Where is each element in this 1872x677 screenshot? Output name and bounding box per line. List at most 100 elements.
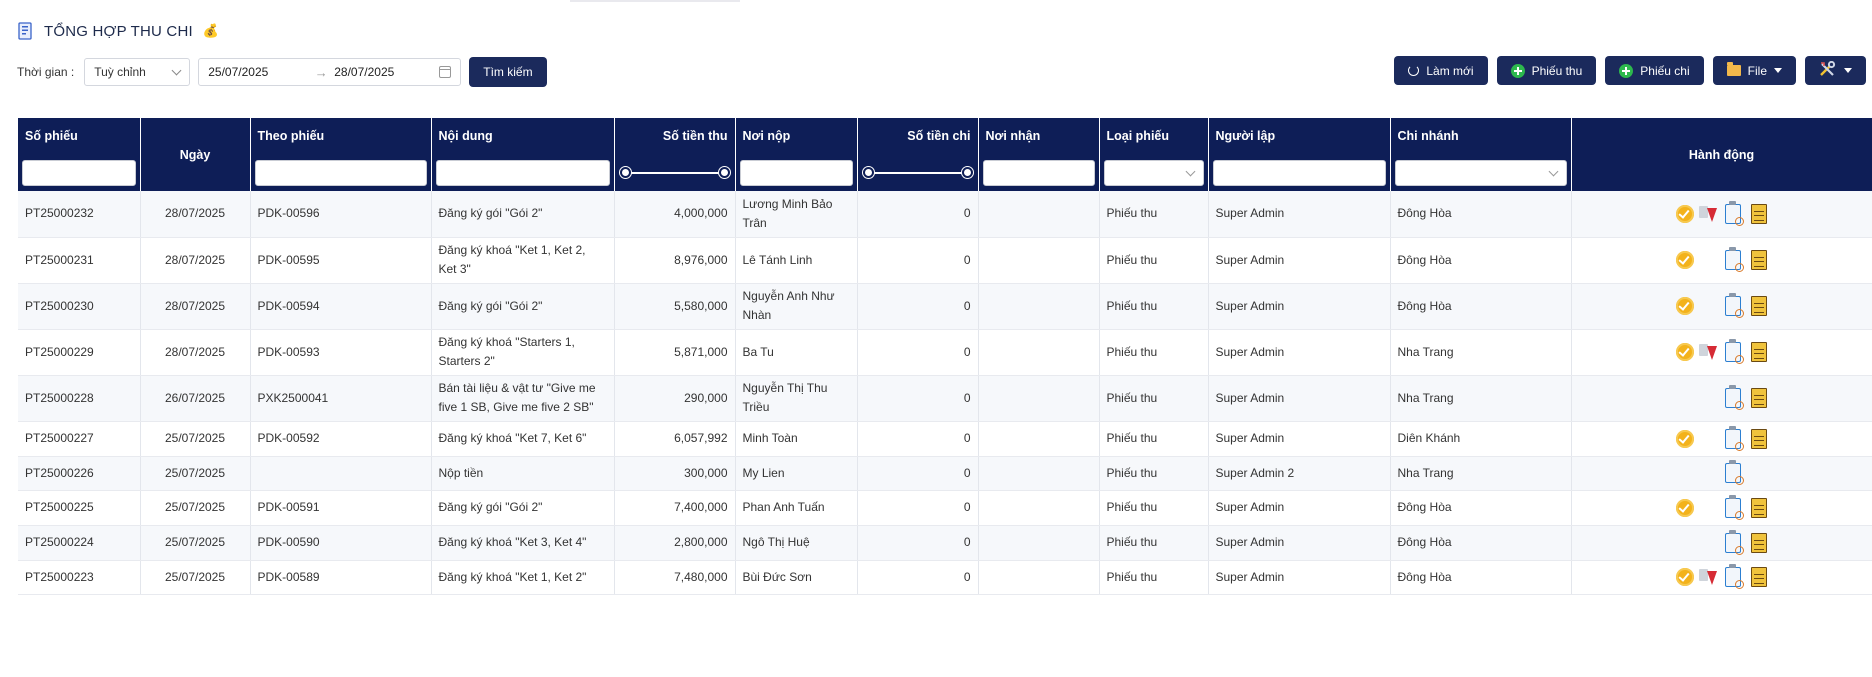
document-icon[interactable] [1750,428,1767,449]
clipboard-icon[interactable] [1724,494,1744,520]
so-tien-thu-cell: 8,976,000 [614,237,736,284]
clipboard-icon[interactable] [1724,425,1744,451]
loai-phieu-cell: Phiếu thu [1099,191,1209,238]
add-receipt-button[interactable]: Phiếu thu [1496,56,1597,85]
chi-nhanh-cell: Đông Hòa [1390,490,1572,526]
so-tien-thu-cell: 290,000 [614,375,736,422]
col-header-noi-dung[interactable]: Nội dung [431,118,615,154]
col-header-noi-nop[interactable]: Nơi nộp [735,118,858,154]
so-tien-chi-cell: 0 [857,560,979,595]
so-tien-chi-range-slider[interactable] [862,160,974,186]
noi-nhan-filter-input[interactable] [982,159,1095,186]
col-header-chi-nhanh[interactable]: Chi nhánh [1390,118,1572,154]
noi-dung-cell: Đăng ký khoá "Ket 1, Ket 2, Ket 3" [431,237,615,284]
calendar-icon[interactable] [439,66,452,78]
nguoi-lap-cell: Super Admin [1208,329,1391,376]
date-from-input[interactable]: 25/07/2025 [208,65,308,79]
filter-cell [18,154,141,191]
slider-min-handle[interactable] [619,166,631,178]
table-row[interactable]: PT25000229 28/07/2025 PDK-00593 Đăng ký kho… [18,329,1872,376]
actions-cell [1571,329,1872,376]
approve-icon[interactable] [1675,297,1694,315]
slider-min-handle[interactable] [862,166,874,178]
approve-icon[interactable] [1675,498,1694,517]
document-icon[interactable] [1750,342,1767,362]
col-header-ngay[interactable]: Ngày [140,118,251,191]
search-button[interactable]: Tìm kiếm [469,57,547,87]
slider-max-handle[interactable] [961,166,973,178]
col-header-so-tien-thu[interactable]: Số tiền thu [614,118,736,154]
refresh-button[interactable]: Làm mới [1394,56,1488,85]
table-row[interactable]: PT25000223 25/07/2025 PDK-00589 Đăng ký kho… [18,560,1872,595]
theo-phieu-filter-input[interactable] [254,159,427,186]
clipboard-icon[interactable] [1724,200,1744,226]
tools-menu-button[interactable] [1805,56,1866,85]
noi-nop-filter-input[interactable] [739,159,853,186]
file-menu-button[interactable]: File [1712,56,1796,85]
date-range-picker[interactable]: 25/07/2025 → 28/07/2025 [198,58,462,86]
theo-phieu-cell: PDK-00592 [250,421,432,457]
download-icon[interactable] [1698,568,1717,586]
table-row[interactable]: PT25000224 25/07/2025 PDK-00590 Đăng ký kho… [18,525,1872,561]
col-header-so-phieu[interactable]: Số phiếu [18,118,141,154]
document-icon[interactable] [1750,567,1767,587]
table-row[interactable]: PT25000230 28/07/2025 PDK-00594 Đăng ký gói… [18,283,1872,330]
approve-icon[interactable] [1675,429,1694,448]
noi-nop-cell: Ba Tu [735,329,858,376]
table-row[interactable]: PT25000226 25/07/2025 Nộp tiền 300,000 My Li… [18,456,1872,491]
theo-phieu-cell [250,456,432,491]
nguoi-lap-cell: Super Admin [1208,375,1391,422]
theo-phieu-cell: PDK-00589 [250,560,432,595]
download-icon[interactable] [1698,343,1717,361]
document-icon[interactable] [1750,203,1767,224]
loai-phieu-filter-select[interactable] [1103,159,1204,186]
so-phieu-filter-input[interactable] [22,159,136,186]
document-icon[interactable] [1750,250,1767,270]
col-header-theo-phieu[interactable]: Theo phiếu [250,118,432,154]
approve-icon[interactable] [1675,204,1694,223]
slider-max-handle[interactable] [718,166,730,178]
document-icon[interactable] [1750,296,1767,316]
approve-icon[interactable] [1675,251,1694,269]
period-select[interactable]: Tuỳ chỉnh [84,58,191,86]
date-to-input[interactable]: 28/07/2025 [334,65,434,79]
table-row[interactable]: PT25000228 26/07/2025 PXK2500041 Bán tài li… [18,375,1872,422]
col-header-loai-phieu[interactable]: Loại phiếu [1099,118,1209,154]
add-receipt-label: Phiếu thu [1531,63,1583,78]
document-icon[interactable] [1750,388,1767,408]
col-header-noi-nhan[interactable]: Nơi nhận [978,118,1100,154]
noi-dung-cell: Đăng ký khoá "Ket 1, Ket 2" [431,560,615,595]
clipboard-icon[interactable] [1724,293,1744,318]
refresh-icon [1408,65,1420,76]
clipboard-icon[interactable] [1724,385,1744,410]
clipboard-icon[interactable] [1724,247,1744,272]
time-filter-label: Thời gian : [17,65,75,79]
clipboard-icon[interactable] [1724,529,1744,555]
so-tien-thu-range-slider[interactable] [619,160,731,186]
table-row[interactable]: PT25000232 28/07/2025 PDK-00596 Đăng ký gói… [18,191,1872,238]
approve-icon[interactable] [1675,568,1694,586]
clipboard-icon[interactable] [1724,339,1744,364]
download-icon[interactable] [1698,205,1717,223]
so-phieu-cell: PT25000224 [18,525,141,561]
row-actions [1579,491,1865,525]
table-row[interactable]: PT25000227 25/07/2025 PDK-00592 Đăng ký kho… [18,421,1872,457]
clipboard-icon[interactable] [1724,564,1744,589]
col-header-so-tien-chi[interactable]: Số tiền chi [857,118,979,154]
chi-nhanh-cell: Đông Hòa [1390,560,1572,595]
col-header-nguoi-lap[interactable]: Người lập [1208,118,1391,154]
row-actions [1579,238,1865,283]
chi-nhanh-cell: Diên Khánh [1390,421,1572,457]
document-icon[interactable] [1750,532,1767,553]
so-phieu-cell: PT25000223 [18,560,141,595]
table-row[interactable]: PT25000231 28/07/2025 PDK-00595 Đăng ký kho… [18,237,1872,284]
clipboard-icon[interactable] [1724,460,1744,485]
loai-phieu-cell: Phiếu thu [1099,421,1209,457]
add-payment-button[interactable]: Phiếu chi [1605,56,1704,85]
table-row[interactable]: PT25000225 25/07/2025 PDK-00591 Đăng ký gói… [18,490,1872,526]
noi-dung-filter-input[interactable] [435,159,610,186]
chi-nhanh-filter-select[interactable] [1394,159,1567,186]
approve-icon[interactable] [1675,343,1694,361]
nguoi-lap-filter-input[interactable] [1212,159,1386,186]
document-icon[interactable] [1750,497,1767,518]
